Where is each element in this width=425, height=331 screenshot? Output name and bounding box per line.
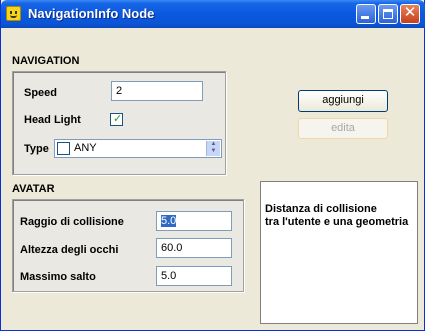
maximize-icon [383,9,393,19]
type-checkbox[interactable] [57,142,70,155]
max-jump-input[interactable]: 5.0 [156,266,232,286]
eye-height-input[interactable]: 60.0 [156,238,232,258]
collision-radius-input[interactable]: 5.0 [156,211,232,231]
speed-input[interactable]: 2 [111,81,203,101]
info-line-2: tra l'utente e una geometria [265,216,409,228]
checkmark-icon: ✓ [113,113,123,125]
minimize-button[interactable] [356,4,376,24]
navigationinfo-window: NavigationInfo Node ✕ NAVIGATION Speed 2… [0,0,425,331]
headlight-label: Head Light [24,114,81,126]
navigation-section-title: NAVIGATION [12,55,80,67]
spinner-arrows-icon[interactable]: ▲ ▼ [206,141,220,156]
edit-button[interactable]: edita [298,118,388,139]
type-label: Type [24,143,49,155]
type-value: ANY [74,142,97,154]
headlight-checkbox[interactable]: ✓ [110,113,123,126]
eye-height-label: Altezza degli occhi [20,244,119,256]
minimize-icon [361,16,369,19]
collision-radius-label: Raggio di collisione [20,216,124,228]
maximize-button[interactable] [378,4,398,24]
speed-label: Speed [24,87,58,99]
type-select[interactable]: ANY ▲ ▼ [54,139,222,158]
title-bar[interactable]: NavigationInfo Node ✕ [1,0,425,28]
window-title: NavigationInfo Node [28,6,155,21]
info-line-1: Distanza di collisione [265,203,377,215]
add-button[interactable]: aggiungi [298,90,388,112]
avatar-section-title: AVATAR [12,183,55,195]
max-jump-label: Massimo salto [20,271,96,283]
collision-radius-value: 5.0 [161,215,177,227]
close-icon: ✕ [403,4,417,21]
close-button[interactable]: ✕ [400,4,420,24]
info-description-box: Distanza di collisione tra l'utente e un… [260,181,418,324]
app-icon [6,6,21,21]
